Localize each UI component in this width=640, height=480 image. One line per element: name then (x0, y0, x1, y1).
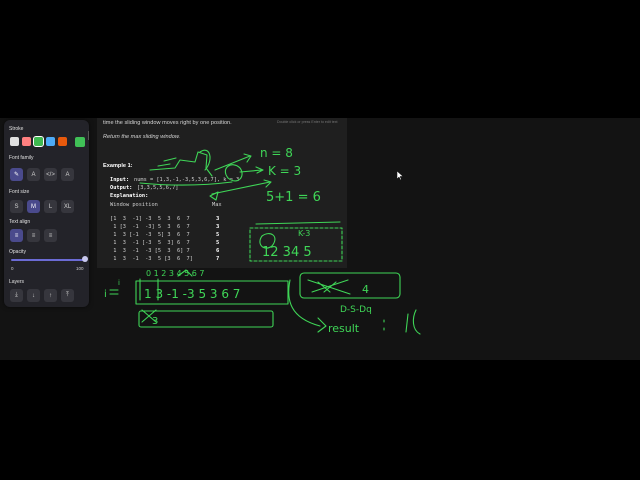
color-separator (88, 131, 89, 140)
problem-line-2: Return the max sliding window. (103, 134, 181, 140)
font-more-button[interactable]: A (61, 168, 74, 181)
font-size-xl-button[interactable]: XL (61, 200, 74, 213)
opacity-min: 0 (11, 266, 14, 271)
stroke-color-green[interactable] (33, 136, 44, 147)
opacity-label: Opacity (9, 249, 26, 255)
max-value: 3 (216, 216, 220, 222)
font-size-m-button[interactable]: M (27, 200, 40, 213)
max-value: 5 (216, 240, 220, 246)
font-size-s-button[interactable]: S (10, 200, 23, 213)
align-center-button[interactable]: ≡ (27, 229, 40, 242)
explanation-label: Explanation: (110, 193, 149, 199)
problem-line-1: time the sliding window moves right by o… (103, 120, 232, 126)
send-backward-button[interactable]: ↓ (27, 289, 40, 302)
max-value: 7 (216, 256, 220, 262)
window-row: 1 3 -1 [-3 5 3] 6 7 (110, 240, 190, 246)
opacity-slider-track[interactable] (11, 259, 84, 261)
align-right-button[interactable]: ≡ (44, 229, 57, 242)
send-to-back-button[interactable]: ⤓ (10, 289, 23, 302)
font-hand-drawn-button[interactable]: ✎ (10, 168, 23, 181)
properties-panel: Stroke Font family ✎ A </> A Font size S… (4, 120, 89, 307)
output-value: [3,3,5,5,6,7] (137, 185, 179, 191)
window-header: Window position (110, 202, 158, 208)
current-stroke-color[interactable] (75, 137, 85, 147)
window-row: 1 [3 -1 -3] 5 3 6 7 (110, 224, 190, 230)
opacity-slider-thumb[interactable] (82, 256, 88, 262)
text-align-label: Text align (9, 219, 31, 225)
problem-statement: time the sliding window moves right by o… (97, 118, 347, 268)
window-row: 1 3 -1 -3 [5 3 6] 7 (110, 248, 190, 254)
input-label: Input: (110, 177, 130, 183)
max-value: 6 (216, 248, 220, 254)
example-title: Example 1: (103, 163, 133, 169)
max-value: 3 (216, 224, 220, 230)
stroke-label: Stroke (9, 126, 24, 132)
font-size-label: Font size (9, 189, 30, 195)
bring-to-front-button[interactable]: ⤒ (61, 289, 74, 302)
align-left-button[interactable]: ≡ (10, 229, 23, 242)
input-value: nums = [1,3,-1,-3,5,3,6,7], k = 3 (134, 177, 240, 183)
font-normal-button[interactable]: A (27, 168, 40, 181)
output-label: Output: (110, 185, 133, 191)
layers-label: Layers (9, 279, 25, 285)
stroke-color-pink[interactable] (22, 137, 31, 146)
bring-forward-button[interactable]: ↑ (44, 289, 57, 302)
font-size-l-button[interactable]: L (44, 200, 57, 213)
stroke-color-white[interactable] (10, 137, 19, 146)
window-row: 1 3 [-1 -3 5] 3 6 7 (110, 232, 190, 238)
mouse-cursor-icon (397, 171, 403, 180)
max-header: Max (212, 202, 222, 208)
stroke-color-orange[interactable] (58, 137, 67, 146)
drawing-canvas[interactable]: time the sliding window moves right by o… (0, 118, 640, 360)
opacity-max: 100 (76, 266, 84, 271)
max-value: 5 (216, 232, 220, 238)
font-code-button[interactable]: </> (44, 168, 57, 181)
edit-hint: Double click or press Enter to edit text (277, 120, 338, 124)
font-family-label: Font family (9, 155, 34, 161)
window-row: [1 3 -1] -3 5 3 6 7 (110, 216, 190, 222)
stroke-color-blue[interactable] (46, 137, 55, 146)
window-row: 1 3 -1 -3 5 [3 6 7] (110, 256, 193, 262)
